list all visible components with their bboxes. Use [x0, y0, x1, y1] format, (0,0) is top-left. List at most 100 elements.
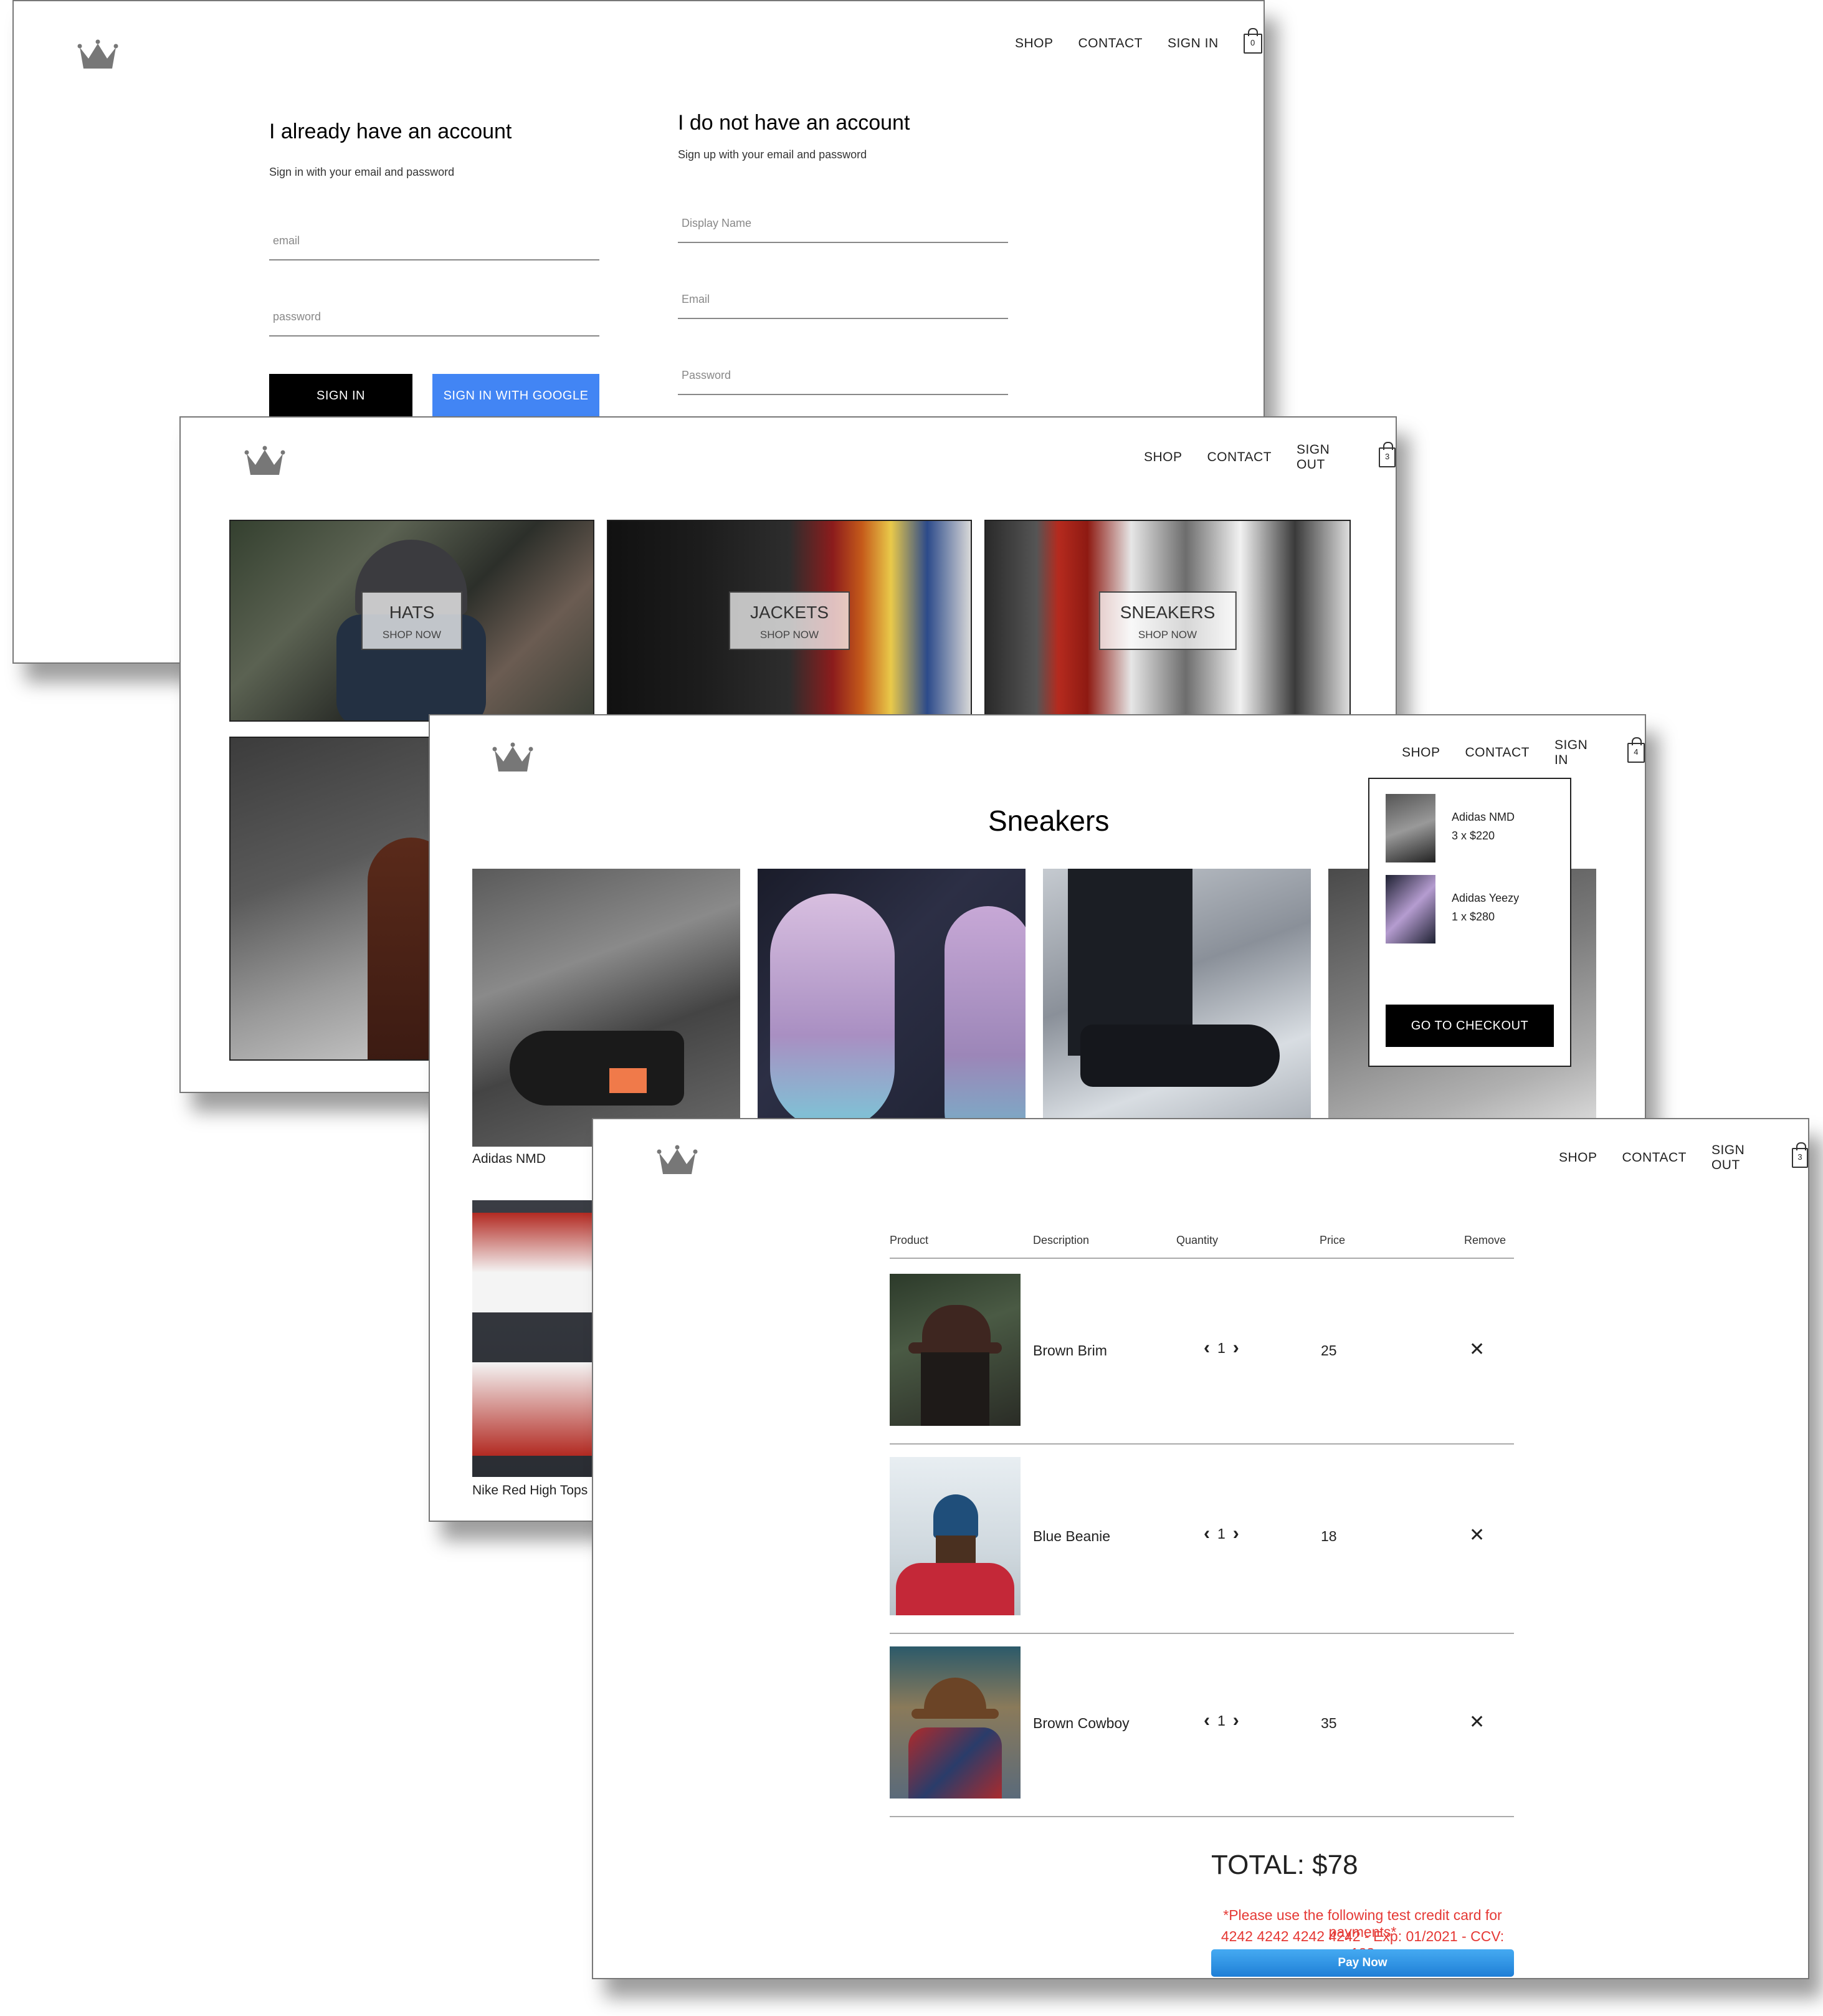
shoe-shape: [472, 1213, 597, 1312]
header-product: Product: [890, 1234, 929, 1246]
product-name: Adidas NMD: [472, 1152, 546, 1166]
google-sign-in-button[interactable]: SIGN IN WITH GOOGLE: [432, 374, 599, 418]
signup-title: I do not have an account: [678, 111, 910, 135]
increase-quantity-button[interactable]: ›: [1233, 1711, 1239, 1730]
product-image-adidas-yeezy[interactable]: [758, 869, 1026, 1147]
product-name: Nike Red High Tops: [472, 1483, 588, 1498]
sign-in-button[interactable]: SIGN IN: [269, 374, 412, 418]
decrease-quantity-button[interactable]: ‹: [1204, 1711, 1210, 1730]
checkout-window: SHOP CONTACT SIGN OUT 3 Product Descript…: [592, 1118, 1809, 1979]
hair-shape: [936, 1536, 976, 1567]
shoe-shape: [1080, 1025, 1280, 1087]
nav-sign-in-link[interactable]: SIGN IN: [1554, 738, 1602, 768]
cart-item-name: Adidas Yeezy: [1452, 892, 1520, 904]
shopping-bag-icon[interactable]: 3: [1792, 1142, 1808, 1168]
password-field[interactable]: password: [269, 302, 599, 337]
cart-item-qty-price: 3 x $220: [1452, 829, 1495, 842]
password-placeholder: password: [273, 310, 321, 323]
quantity-value: 1: [1217, 1339, 1226, 1356]
signin-subtitle: Sign in with your email and password: [269, 166, 455, 178]
row-divider: [890, 1443, 1514, 1445]
header-nav: SHOP CONTACT SIGN IN 4: [1402, 737, 1645, 768]
nav-contact-link[interactable]: CONTACT: [1207, 450, 1272, 465]
remove-icon[interactable]: ✕: [1469, 1524, 1485, 1546]
category-title: JACKETS: [750, 603, 829, 622]
cart-dropdown: Adidas NMD 3 x $220 Adidas Yeezy 1 x $28…: [1368, 778, 1571, 1067]
crown-icon[interactable]: [243, 444, 287, 476]
checkout-item-price: 35: [1321, 1715, 1337, 1731]
nav-sign-out-link[interactable]: SIGN OUT: [1297, 442, 1354, 472]
shoe-shape: [770, 894, 895, 1130]
shopping-bag-icon[interactable]: 4: [1627, 737, 1645, 763]
row-divider: [890, 1633, 1514, 1634]
remove-icon[interactable]: ✕: [1469, 1339, 1485, 1360]
header-remove: Remove: [1464, 1234, 1506, 1246]
quantity-value: 1: [1217, 1712, 1226, 1729]
nav-shop-link[interactable]: SHOP: [1144, 450, 1183, 465]
crown-icon[interactable]: [655, 1143, 699, 1175]
header-description: Description: [1033, 1234, 1090, 1246]
signup-email-placeholder: Email: [682, 293, 710, 305]
email-placeholder: email: [273, 234, 300, 247]
go-to-checkout-button[interactable]: GO TO CHECKOUT: [1386, 1005, 1554, 1047]
display-name-field[interactable]: Display Name: [678, 208, 1008, 243]
nav-contact-link[interactable]: CONTACT: [1622, 1150, 1687, 1165]
nav-shop-link[interactable]: SHOP: [1402, 745, 1440, 760]
category-title: HATS: [389, 603, 435, 622]
shop-now-label: SHOP NOW: [759, 629, 819, 641]
increase-quantity-button[interactable]: ›: [1233, 1524, 1239, 1543]
nav-shop-link[interactable]: SHOP: [1559, 1150, 1597, 1165]
pay-now-button[interactable]: Pay Now: [1211, 1949, 1514, 1977]
nav-sign-out-link[interactable]: SIGN OUT: [1711, 1143, 1767, 1173]
email-field[interactable]: email: [269, 226, 599, 260]
nav-contact-link[interactable]: CONTACT: [1078, 36, 1143, 51]
category-tile-sneakers[interactable]: SNEAKERS SHOP NOW: [984, 520, 1351, 722]
jacket-shape: [896, 1563, 1014, 1615]
product-image-black-converse[interactable]: [1043, 869, 1311, 1147]
hat-brim-shape: [912, 1709, 999, 1719]
checkout-item-description: Brown Brim: [1033, 1342, 1107, 1359]
crown-icon[interactable]: [76, 37, 120, 70]
shopping-bag-icon[interactable]: 3: [1379, 442, 1396, 467]
display-name-placeholder: Display Name: [682, 217, 752, 229]
header-divider: [890, 1258, 1514, 1259]
signup-password-field[interactable]: Password: [678, 360, 1008, 395]
nav-sign-in-link[interactable]: SIGN IN: [1168, 36, 1219, 51]
shopping-bag-icon[interactable]: 0: [1243, 28, 1262, 54]
category-label-jackets: JACKETS SHOP NOW: [728, 591, 850, 650]
cart-dropdown-item: Adidas NMD 3 x $220: [1386, 794, 1515, 862]
nav-contact-link[interactable]: CONTACT: [1465, 745, 1530, 760]
row-divider: [890, 1816, 1514, 1817]
category-tile-jackets[interactable]: JACKETS SHOP NOW: [607, 520, 972, 722]
shop-now-label: SHOP NOW: [1138, 629, 1197, 641]
quantity-stepper: ‹ 1 ›: [1196, 1711, 1247, 1730]
shoe-accent: [609, 1068, 647, 1093]
quantity-value: 1: [1217, 1525, 1226, 1542]
checkout-item-image: [890, 1457, 1021, 1615]
checkout-item-description: Blue Beanie: [1033, 1528, 1111, 1544]
remove-icon[interactable]: ✕: [1469, 1711, 1485, 1733]
increase-quantity-button[interactable]: ›: [1233, 1339, 1239, 1357]
header-nav: SHOP CONTACT SIGN OUT 3: [1559, 1142, 1808, 1173]
signup-email-field[interactable]: Email: [678, 284, 1008, 319]
shoe-shape: [945, 906, 1026, 1147]
header-price: Price: [1320, 1234, 1346, 1246]
header-quantity: Quantity: [1176, 1234, 1219, 1246]
cart-dropdown-item: Adidas Yeezy 1 x $280: [1386, 875, 1519, 944]
nav-shop-link[interactable]: SHOP: [1015, 36, 1054, 51]
shoe-shape: [472, 1362, 597, 1456]
category-tile-hats[interactable]: HATS SHOP NOW: [229, 520, 594, 722]
cart-count: 0: [1250, 38, 1255, 47]
product-image-adidas-nmd[interactable]: [472, 869, 740, 1147]
decrease-quantity-button[interactable]: ‹: [1204, 1524, 1210, 1543]
signin-title: I already have an account: [269, 120, 512, 143]
cart-item-qty-price: 1 x $280: [1452, 910, 1495, 923]
shop-now-label: SHOP NOW: [382, 629, 442, 641]
decrease-quantity-button[interactable]: ‹: [1204, 1339, 1210, 1357]
crown-icon[interactable]: [491, 740, 535, 773]
header-nav: SHOP CONTACT SIGN IN 0: [1015, 28, 1262, 54]
product-image-nike-red-high-tops[interactable]: [472, 1200, 597, 1477]
cart-count: 4: [1634, 747, 1639, 757]
category-label-sneakers: SNEAKERS SHOP NOW: [1098, 591, 1237, 650]
cart-item-name: Adidas NMD: [1452, 811, 1515, 823]
